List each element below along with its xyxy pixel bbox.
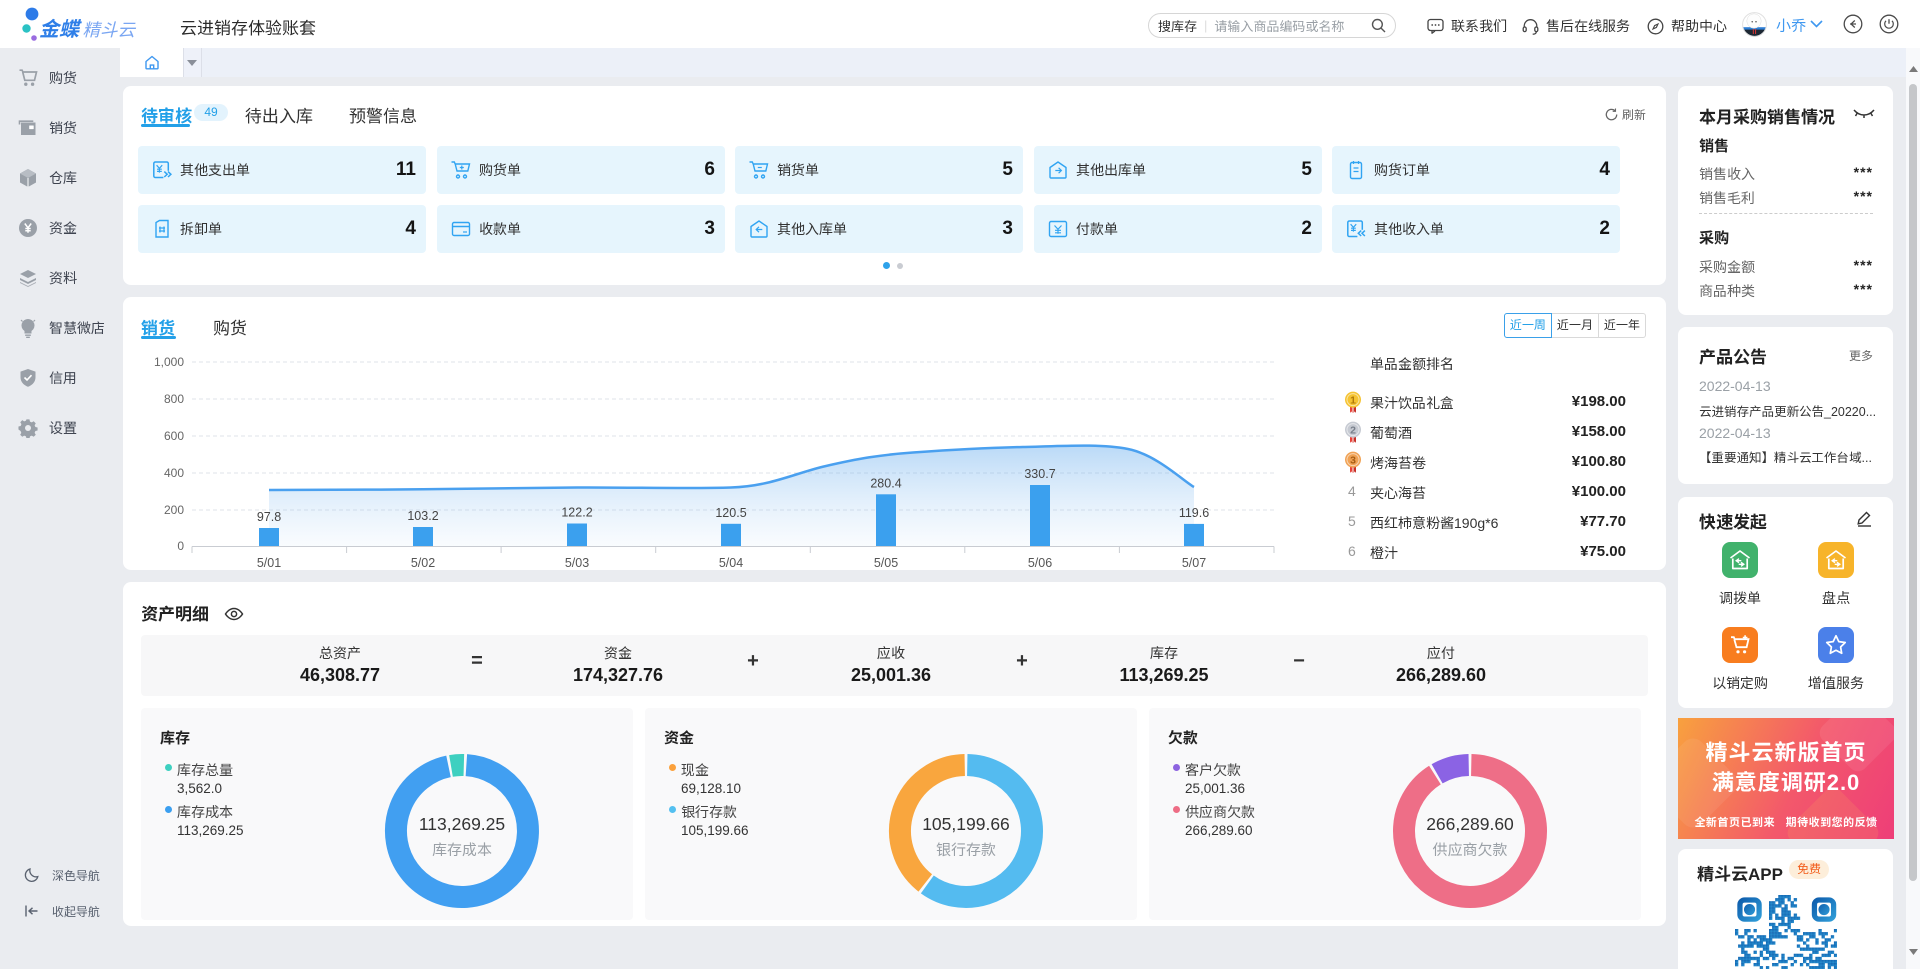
svg-text:400: 400 [164,466,184,480]
svg-text:120.5: 120.5 [715,506,746,520]
svg-text:5/04: 5/04 [719,556,743,570]
svg-text:5/03: 5/03 [565,556,589,570]
svg-text:200: 200 [164,503,184,517]
svg-text:5/05: 5/05 [874,556,898,570]
svg-text:800: 800 [164,392,184,406]
svg-text:2: 2 [1350,425,1356,437]
svg-text:97.8: 97.8 [257,510,281,524]
svg-text:330.7: 330.7 [1024,467,1055,481]
svg-text:5/01: 5/01 [257,556,281,570]
svg-text:600: 600 [164,429,184,443]
svg-text:5/02: 5/02 [411,556,435,570]
svg-text:5/06: 5/06 [1028,556,1052,570]
svg-text:103.2: 103.2 [407,509,438,523]
svg-text:1: 1 [1350,395,1356,407]
svg-text:280.4: 280.4 [870,476,901,490]
svg-text:119.6: 119.6 [1179,506,1209,520]
svg-text:122.2: 122.2 [561,506,592,520]
svg-text:5/07: 5/07 [1182,556,1206,570]
svg-text:0: 0 [177,539,184,553]
svg-text:3: 3 [1350,455,1356,467]
svg-text:1,000: 1,000 [154,355,184,369]
